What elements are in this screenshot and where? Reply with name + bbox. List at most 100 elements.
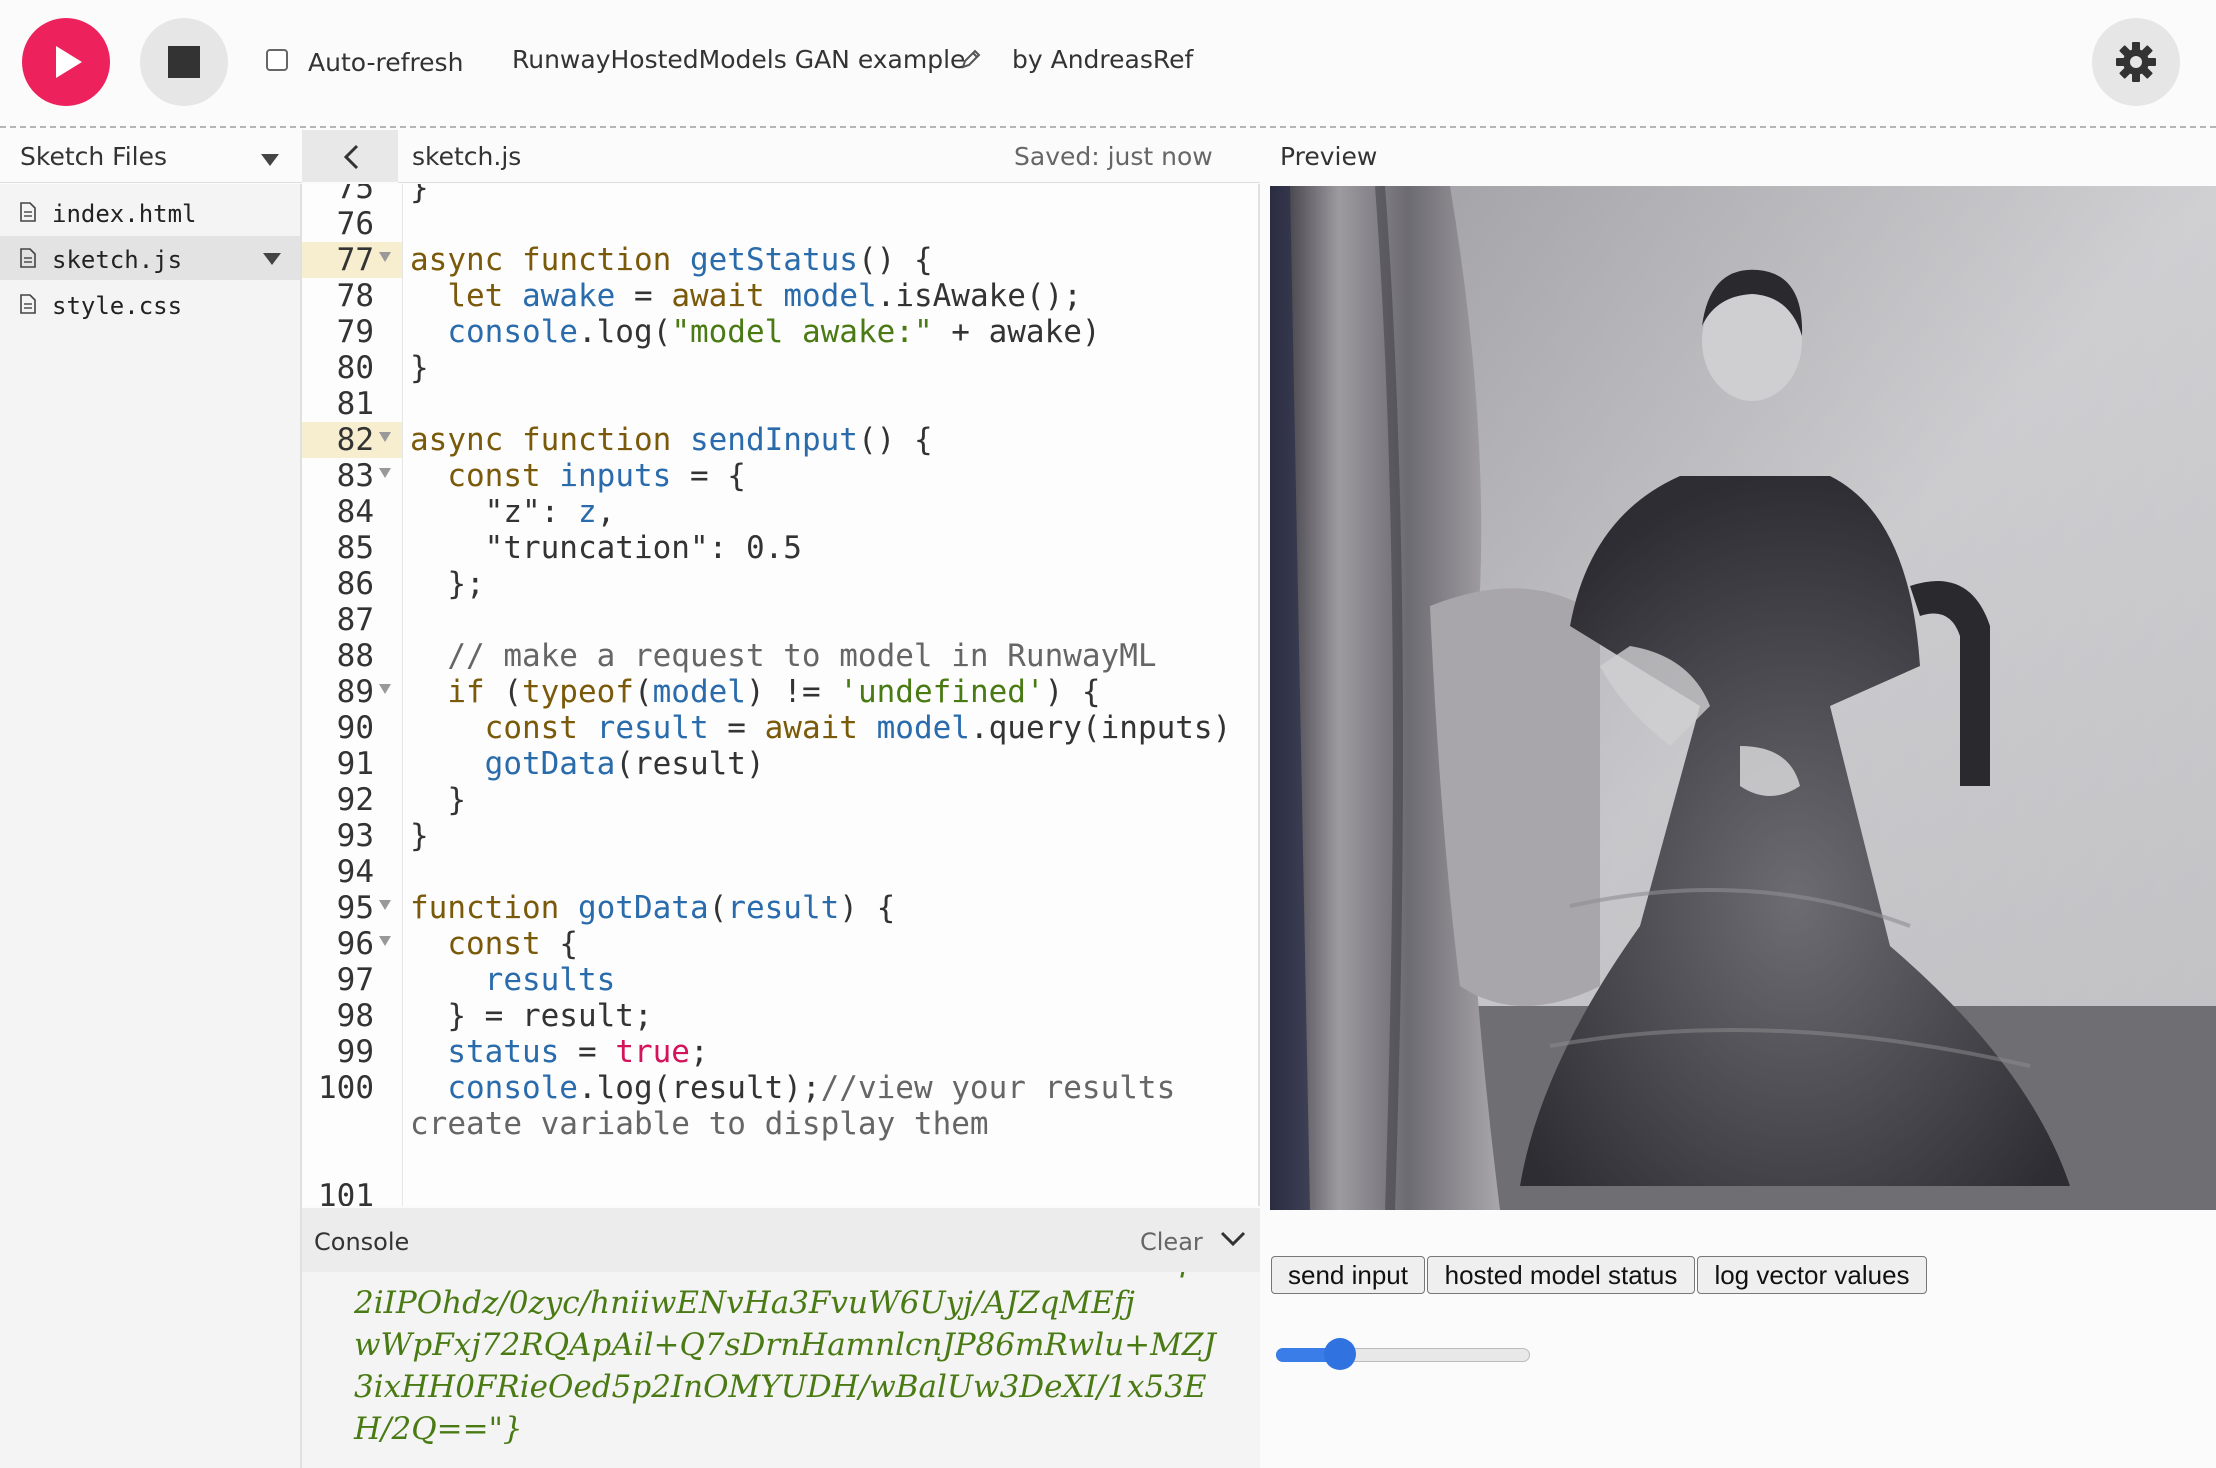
code-token: , (596, 494, 616, 530)
file-icon (20, 202, 36, 222)
line-number: 88 (336, 638, 374, 674)
preview-header (1262, 130, 2216, 182)
console-collapse-chevron-icon[interactable] (1220, 1230, 1246, 1252)
file-options-chevron-icon[interactable] (262, 252, 282, 266)
project-name[interactable]: RunwayHostedModels GAN example (512, 45, 965, 74)
hosted-model-status-button[interactable]: hosted model status (1427, 1256, 1695, 1294)
code-token: ) { (1044, 674, 1101, 710)
code-token: inputs (559, 458, 672, 494)
code-text: const result = await model.query(inputs) (410, 710, 1232, 746)
line-number: 85 (336, 530, 374, 566)
play-icon (56, 46, 82, 78)
code-token: typeof (521, 674, 634, 710)
send-input-button[interactable]: send input (1271, 1256, 1425, 1294)
console-clear-button[interactable]: Clear (1140, 1228, 1203, 1256)
pencil-icon[interactable] (960, 48, 982, 74)
code-token: ( (633, 674, 653, 710)
autorefresh-label: Auto-refresh (308, 48, 464, 77)
code-token: if (447, 674, 485, 710)
code-token: () { (857, 422, 933, 458)
sidebar-menu-chevron-icon[interactable] (260, 152, 280, 171)
code-token: results (484, 962, 616, 998)
line-number: 81 (336, 386, 374, 422)
code-token: //view your results (820, 1070, 1176, 1106)
code-token: = (559, 1034, 616, 1070)
console-output: +1AE24s2Bkk9AO9PZFC4dnnuLUnuWikxiwDYxZ1Z… (302, 1256, 1260, 1468)
settings-button[interactable] (2092, 18, 2180, 106)
code-token: } = result; (410, 998, 653, 1034)
code-text: }; (410, 566, 484, 602)
code-token: function (410, 890, 560, 926)
console-header (302, 1208, 1260, 1272)
stop-button[interactable] (140, 18, 228, 106)
code-token: + awake) (932, 314, 1101, 350)
line-number: 91 (336, 746, 374, 782)
author-link[interactable]: by AndreasRef (1012, 45, 1193, 74)
code-token: model (876, 710, 970, 746)
stop-icon (168, 46, 200, 78)
file-item[interactable]: style.css (0, 282, 300, 326)
console-title: Console (314, 1228, 410, 1256)
line-number: 77 (336, 242, 374, 278)
code-text: let awake = await model.isAwake(); (410, 278, 1082, 314)
editor-filename: sketch.js (412, 142, 522, 171)
play-button[interactable] (22, 18, 110, 106)
code-text: async function sendInput() { (410, 422, 933, 458)
code-token: .query(inputs) (969, 710, 1232, 746)
code-token: model (783, 278, 877, 314)
collapse-sidebar-button[interactable] (302, 130, 398, 182)
code-text: } (410, 818, 429, 854)
file-item[interactable]: index.html (0, 190, 300, 234)
autorefresh-checkbox[interactable] (266, 49, 288, 71)
line-number: 82 (336, 422, 374, 458)
line-number: 84 (336, 494, 374, 530)
code-token: } (410, 184, 429, 206)
slider-thumb[interactable] (1324, 1338, 1356, 1370)
code-token: } (410, 818, 429, 854)
console-line: wWpFxj72RQApAil+Q7sDrnHamnlcnJP86mRwlu+M… (354, 1327, 1216, 1363)
line-number: 95 (336, 890, 374, 926)
file-icon (20, 248, 36, 268)
code-token: "truncation": 0.5 (410, 530, 802, 566)
code-token: () { (857, 242, 933, 278)
code-text: } (410, 782, 466, 818)
line-number: 98 (336, 998, 374, 1034)
code-token: let (447, 278, 504, 314)
code-token: await (764, 710, 858, 746)
code-token: model (652, 674, 746, 710)
code-editor[interactable]: 75} 76 77 async function getStatus() {78 le… (302, 184, 1260, 1206)
sidebar-title: Sketch Files (20, 142, 168, 171)
code-token: const (447, 458, 541, 494)
code-token: function (522, 422, 672, 458)
code-token: ( (708, 890, 728, 926)
log-vector-values-button[interactable]: log vector values (1697, 1256, 1927, 1294)
code-token: .isAwake(); (876, 278, 1082, 314)
file-item[interactable]: sketch.js (0, 236, 300, 280)
line-number: 76 (336, 206, 374, 242)
code-token: = { (671, 458, 746, 494)
line-highlight (302, 1106, 402, 1142)
code-text: function gotData(result) { (410, 890, 895, 926)
line-number: 87 (336, 602, 374, 638)
code-token: create variable to display them (410, 1106, 989, 1142)
code-token: const (484, 710, 578, 746)
code-token: sendInput (689, 422, 858, 458)
line-number: 93 (336, 818, 374, 854)
